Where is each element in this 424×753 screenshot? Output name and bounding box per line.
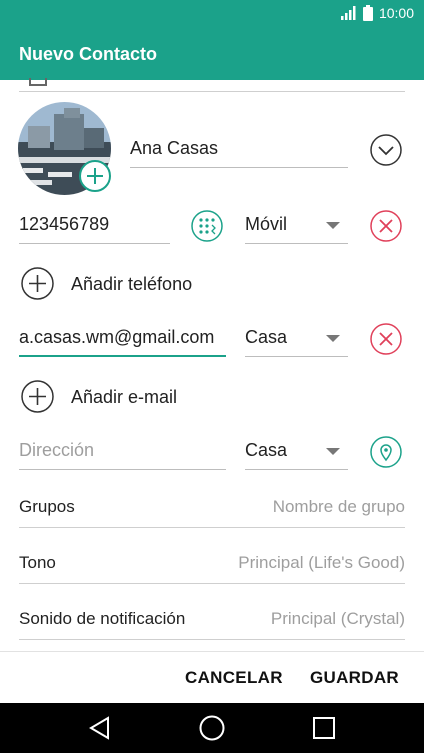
status-bar: 10:00 [0,0,424,30]
notification-sound-value: Principal (Crystal) [270,609,405,628]
recents-icon[interactable] [312,716,336,740]
email-field[interactable]: a.casas.wm@gmail.com [19,320,226,357]
notification-sound-row[interactable]: Sonido de notificación Principal (Crysta… [19,604,405,640]
home-icon[interactable] [199,715,225,741]
ringtone-value: Principal (Life's Good) [238,553,405,572]
location-pin-button[interactable] [370,436,402,468]
ringtone-label: Tono [19,553,56,572]
add-circle-icon [21,267,54,300]
add-phone-label: Añadir teléfono [71,274,193,294]
delete-phone-button[interactable] [370,210,402,242]
signal-icon [340,6,356,20]
back-icon[interactable] [88,716,112,740]
divider [0,651,424,652]
groups-label: Grupos [19,497,75,516]
add-photo-button[interactable] [79,160,111,192]
phone-type-dropdown[interactable]: Móvil [245,207,348,244]
name-field[interactable]: Ana Casas [130,132,348,168]
save-button[interactable]: GUARDAR [310,668,399,688]
cancel-button[interactable]: CANCELAR [185,668,283,688]
address-field[interactable]: Dirección [19,433,226,470]
app-bar: Nuevo Contacto [0,30,424,80]
dropdown-arrow-icon [326,448,340,455]
groups-value: Nombre de grupo [272,497,405,516]
page-title: Nuevo Contacto [19,44,158,64]
address-type-dropdown[interactable]: Casa [245,433,348,470]
add-circle-icon [21,380,54,413]
dialpad-icon[interactable] [191,210,223,242]
scrolled-row-edge [19,78,405,92]
navigation-bar [0,703,424,753]
groups-row[interactable]: Grupos Nombre de grupo [19,492,405,528]
plus-icon [87,168,103,184]
battery-icon [362,5,373,21]
dropdown-arrow-icon [326,222,340,229]
expand-name-button[interactable] [370,134,402,166]
add-email-label: Añadir e-mail [71,387,178,407]
email-type-dropdown[interactable]: Casa [245,320,348,357]
clock: 10:00 [378,5,414,21]
ringtone-row[interactable]: Tono Principal (Life's Good) [19,548,405,584]
notification-sound-label: Sonido de notificación [19,609,186,628]
phone-field[interactable]: 123456789 [19,207,170,244]
delete-email-button[interactable] [370,323,402,355]
dropdown-arrow-icon [326,335,340,342]
